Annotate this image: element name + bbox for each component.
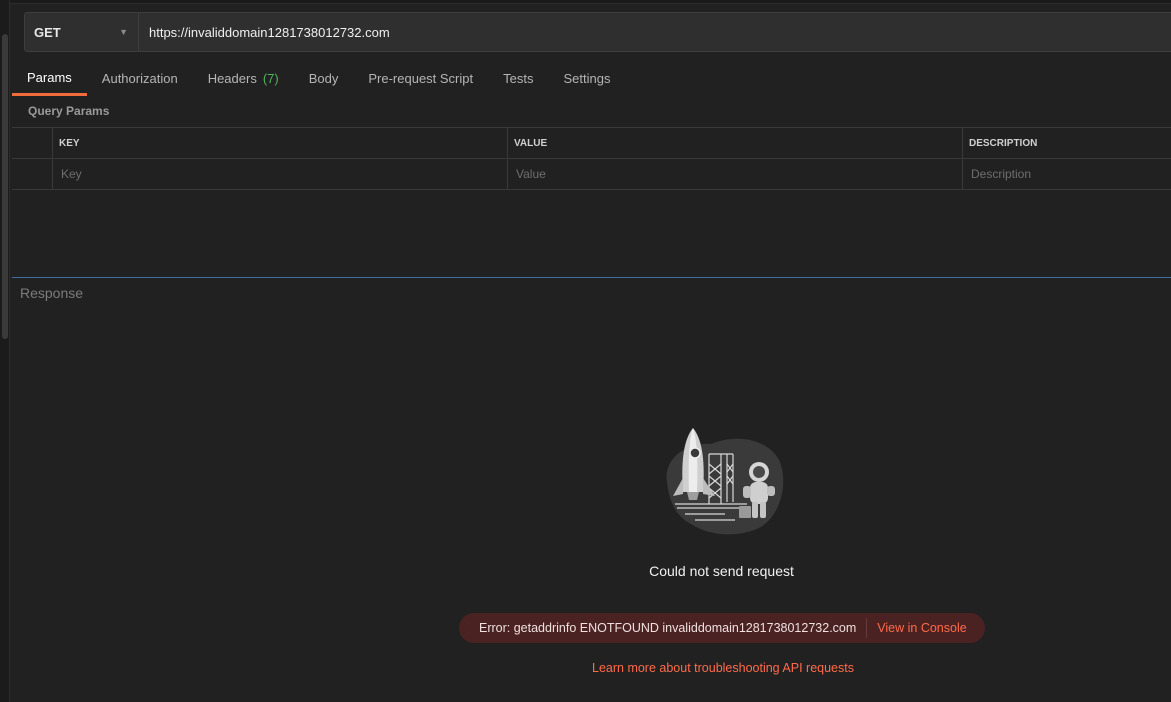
tab-headers[interactable]: Headers (7) xyxy=(193,62,294,96)
table-row: Key Value Description xyxy=(12,159,1171,190)
tab-label: Tests xyxy=(503,70,534,86)
tab-label: Body xyxy=(308,70,339,86)
url-input[interactable]: https://invaliddomain1281738012732.com xyxy=(139,13,1171,51)
value-column-header: VALUE xyxy=(508,128,963,158)
value-input[interactable]: Value xyxy=(508,159,963,189)
tab-params[interactable]: Params xyxy=(12,62,87,96)
request-bar: GET ▼ https://invaliddomain1281738012732… xyxy=(24,12,1171,52)
description-column-header: DESCRIPTION xyxy=(969,137,1038,149)
scrollbar-thumb[interactable] xyxy=(2,34,8,339)
rocket-launch-illustration xyxy=(666,428,784,535)
response-resize-divider[interactable] xyxy=(12,277,1171,278)
troubleshooting-link[interactable]: Learn more about troubleshooting API req… xyxy=(0,661,1171,675)
description-input[interactable]: Description xyxy=(963,159,1171,189)
checkbox-column-header xyxy=(12,128,53,158)
view-in-console-link[interactable]: View in Console xyxy=(867,621,966,635)
tab-label: Headers xyxy=(207,70,257,86)
error-title: Could not send request xyxy=(649,563,794,579)
key-input[interactable]: Key xyxy=(53,159,508,189)
method-select[interactable]: GET ▼ xyxy=(25,13,139,51)
params-table: KEY VALUE DESCRIPTION Key Value Descript… xyxy=(12,127,1171,190)
scrollbar-track[interactable] xyxy=(0,0,10,702)
tab-label: Params xyxy=(27,70,72,85)
error-banner: Error: getaddrinfo ENOTFOUND invaliddoma… xyxy=(459,613,985,643)
chevron-down-icon: ▼ xyxy=(119,27,128,37)
query-params-title: Query Params xyxy=(28,104,110,118)
error-message: Error: getaddrinfo ENOTFOUND invaliddoma… xyxy=(479,621,857,635)
tab-body[interactable]: Body xyxy=(294,62,354,96)
headers-count-badge: (7) xyxy=(262,70,279,86)
tab-settings[interactable]: Settings xyxy=(548,62,625,96)
tab-authorization[interactable]: Authorization xyxy=(87,62,193,96)
row-checkbox-cell xyxy=(12,159,53,189)
tab-label: Authorization xyxy=(101,70,178,86)
tab-label: Pre-request Script xyxy=(368,70,474,86)
table-header-row: KEY VALUE DESCRIPTION xyxy=(12,128,1171,159)
method-label: GET xyxy=(34,24,61,40)
tab-pre-request-script[interactable]: Pre-request Script xyxy=(353,62,488,96)
tab-label: Settings xyxy=(563,70,611,86)
tab-tests[interactable]: Tests xyxy=(488,62,548,96)
response-label: Response xyxy=(20,285,84,301)
key-column-header: KEY xyxy=(53,128,508,158)
request-tabs: Params Authorization Headers (7) Body Pr… xyxy=(12,62,625,96)
tab-strip-edge xyxy=(10,0,1171,4)
